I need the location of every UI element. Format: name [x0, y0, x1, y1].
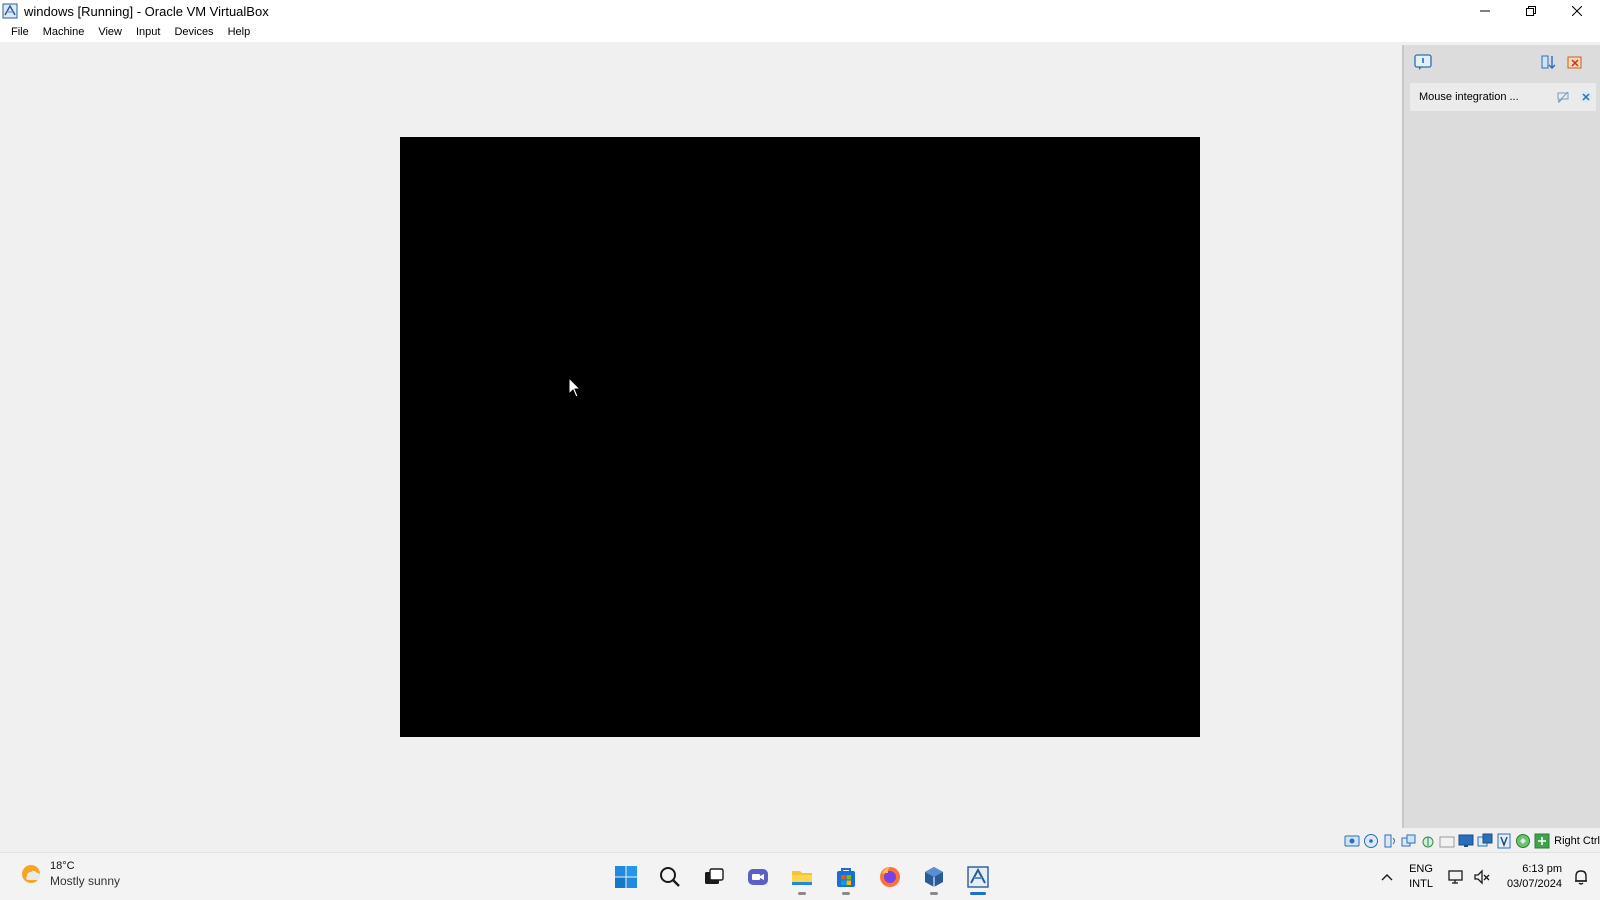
search-icon — [660, 867, 680, 887]
clock-date: 03/07/2024 — [1506, 878, 1562, 890]
task-view-button[interactable] — [692, 859, 736, 895]
sun-icon — [22, 865, 41, 883]
virtualbox-vm-button[interactable] — [956, 859, 1000, 895]
windows-start-icon — [615, 866, 637, 888]
minimize-icon — [1480, 10, 1490, 12]
display-icon[interactable] — [1458, 833, 1474, 849]
title-bar: windows [Running] - Oracle VM VirtualBox — [0, 0, 1600, 22]
file-explorer-icon — [792, 871, 812, 885]
language-code: ENG — [1409, 863, 1433, 875]
close-notification-icon[interactable] — [1579, 90, 1593, 104]
running-indicator — [930, 892, 938, 895]
vm-screen[interactable] — [400, 137, 1200, 737]
menu-devices[interactable]: Devices — [167, 24, 220, 40]
store-icon — [837, 868, 855, 887]
weather-widget[interactable]: 18°C Mostly sunny — [18, 859, 120, 889]
keyboard-layout: INTL — [1409, 878, 1433, 890]
weather-condition: Mostly sunny — [50, 874, 121, 888]
window-title: windows [Running] - Oracle VM VirtualBox — [24, 3, 269, 19]
cpu-icon[interactable] — [1496, 833, 1512, 849]
virtualbox-vm-icon — [967, 866, 989, 888]
notification-center-icon[interactable] — [1414, 53, 1432, 71]
store-button[interactable] — [824, 859, 868, 895]
recording-icon[interactable] — [1477, 833, 1493, 849]
vm-status-bar: Right Ctrl — [0, 830, 1600, 852]
network-status-icon[interactable] — [1447, 868, 1465, 886]
keyboard-icon[interactable] — [1534, 833, 1550, 849]
system-tray: ENG INTL 6:13 pm 03/07/2024 — [1373, 853, 1600, 900]
input-language-indicator[interactable]: ENG INTL — [1409, 862, 1433, 892]
shared-folders-icon[interactable] — [1439, 833, 1455, 849]
notification-item[interactable]: Mouse integration ... — [1410, 83, 1596, 111]
minimize-button[interactable] — [1462, 0, 1508, 22]
file-explorer-button[interactable] — [780, 859, 824, 895]
chevron-up-icon — [1381, 874, 1393, 881]
menu-help[interactable]: Help — [221, 24, 258, 40]
menu-file[interactable]: File — [4, 24, 36, 40]
weather-temperature: 18°C — [50, 860, 75, 872]
start-button[interactable] — [604, 859, 648, 895]
optical-drive-icon[interactable] — [1363, 833, 1379, 849]
taskbar: 18°C Mostly sunny ENG INTL 6:13 pm 03/07… — [0, 852, 1600, 900]
virtualbox-manager-button[interactable] — [912, 859, 956, 895]
menu-view[interactable]: View — [91, 24, 129, 40]
notification-bell-icon[interactable] — [1572, 868, 1590, 886]
show-hidden-icons-button[interactable] — [1373, 863, 1401, 891]
virtualbox-icon — [925, 867, 943, 887]
clock[interactable]: 6:13 pm 03/07/2024 — [1507, 862, 1562, 892]
volume-muted-icon[interactable] — [1473, 868, 1491, 886]
running-indicator — [842, 892, 850, 895]
menu-bar: File Machine View Input Devices Help — [0, 22, 1600, 42]
active-window-indicator — [970, 892, 986, 895]
meet-chat-button[interactable] — [736, 859, 780, 895]
vm-display-area — [0, 42, 1400, 852]
close-icon — [1572, 6, 1582, 16]
firefox-icon — [880, 867, 900, 887]
network-icon[interactable] — [1401, 833, 1417, 849]
restore-icon — [1526, 6, 1536, 16]
task-view-icon — [705, 868, 724, 884]
restore-button[interactable] — [1508, 0, 1554, 22]
search-button[interactable] — [648, 859, 692, 895]
audio-icon[interactable] — [1382, 833, 1398, 849]
mouse-integration-icon[interactable] — [1515, 833, 1531, 849]
hard-disk-icon[interactable] — [1344, 833, 1360, 849]
menu-input[interactable]: Input — [129, 24, 167, 40]
close-button[interactable] — [1554, 0, 1600, 22]
firefox-button[interactable] — [868, 859, 912, 895]
sort-notifications-icon[interactable] — [1540, 53, 1558, 71]
menu-machine[interactable]: Machine — [36, 24, 92, 40]
dismiss-all-icon[interactable] — [1566, 53, 1584, 71]
host-key-label[interactable]: Right Ctrl — [1554, 835, 1600, 847]
notification-label: Mouse integration ... — [1419, 91, 1519, 103]
running-indicator — [798, 892, 806, 895]
mouse-cursor-icon — [568, 377, 582, 398]
clock-time: 6:13 pm — [1522, 863, 1562, 875]
taskbar-apps — [604, 859, 1000, 895]
virtualbox-app-icon[interactable] — [2, 3, 18, 19]
meet-icon — [748, 869, 768, 885]
do-not-show-again-icon[interactable] — [1556, 90, 1570, 104]
notification-center-panel: Mouse integration ... — [1402, 45, 1600, 828]
usb-icon[interactable] — [1420, 833, 1436, 849]
